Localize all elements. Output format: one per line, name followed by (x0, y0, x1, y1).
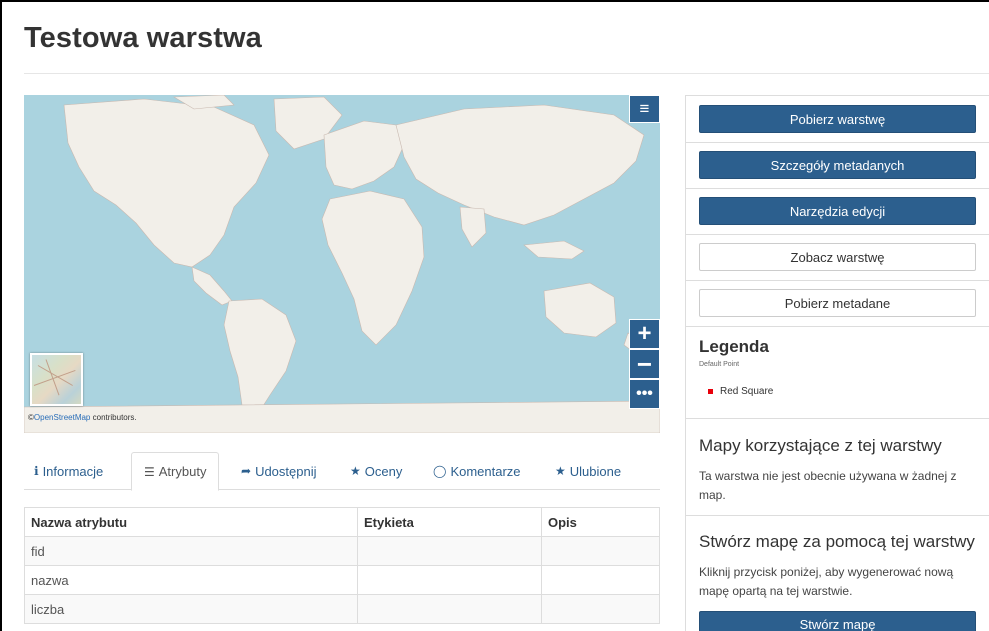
map-viewer[interactable]: hamburger-icon≡ + − ••• ©OpenStreetMap c… (24, 95, 660, 433)
layer-tabs: ℹ Informacje ☰ Atrybuty ➦ Udostępnij ★ O… (24, 452, 660, 491)
create-map-text: Kliknij przycisk poniżej, aby wygenerowa… (699, 565, 954, 598)
map-attribution: ©OpenStreetMap contributors. (28, 413, 137, 422)
osm-link[interactable]: OpenStreetMap (34, 413, 90, 422)
map-menu-button[interactable]: hamburger-icon≡ (629, 95, 660, 123)
table-cell (357, 565, 542, 595)
legend-subtitle: Default Point (699, 361, 740, 368)
tab-informacje[interactable]: ℹ Informacje (34, 452, 103, 490)
legend-item: Red Square (708, 386, 773, 397)
table-cell: nazwa (24, 565, 358, 595)
download-metadata-button[interactable]: Pobierz metadane (699, 289, 976, 317)
table-cell (357, 536, 542, 566)
table-row: nazwa (24, 565, 660, 595)
zoom-out-button[interactable]: − (629, 349, 660, 379)
attribution-suffix: contributors. (90, 413, 137, 422)
column-header: Etykieta (357, 507, 542, 537)
maps-using-title: Mapy korzystające z tej warstwy (699, 436, 942, 455)
star-icon: ★ (555, 464, 566, 478)
attributes-table: Nazwa atrybutu Etykieta Opis fid nazwa l… (24, 507, 660, 624)
table-row: liczba (24, 594, 660, 624)
zoom-in-button[interactable]: + (629, 319, 660, 349)
menu-glyph: ≡ (639, 99, 650, 118)
tab-label: Informacje (42, 463, 104, 479)
column-header: Nazwa atrybutu (24, 507, 358, 537)
list-icon: ☰ (144, 464, 155, 479)
tab-udostepnij[interactable]: ➦ Udostępnij (241, 452, 317, 490)
table-row: fid (24, 536, 660, 566)
editing-tools-button[interactable]: Narzędzia edycji (699, 197, 976, 225)
legend-item-label: Red Square (720, 386, 774, 397)
title-divider (24, 73, 989, 74)
table-cell: liczba (24, 594, 358, 624)
table-cell (541, 565, 660, 595)
basemap-switcher[interactable] (30, 353, 83, 406)
column-header: Opis (541, 507, 660, 537)
more-options-button[interactable]: ••• (629, 379, 660, 409)
table-cell (541, 536, 660, 566)
table-cell: fid (24, 536, 358, 566)
tab-label: Udostępnij (255, 463, 317, 479)
table-cell (541, 594, 660, 624)
create-map-title: Stwórz mapę za pomocą tej warstwy (699, 532, 975, 551)
tab-label: Komentarze (450, 463, 521, 479)
info-circle-icon: ℹ (34, 464, 39, 478)
page-title: Testowa warstwa (24, 22, 262, 54)
table-cell (357, 594, 542, 624)
tab-ulubione[interactable]: ★ Ulubione (555, 452, 621, 490)
legend-title: Legenda (699, 337, 769, 356)
tab-label: Ulubione (569, 463, 622, 479)
view-layer-button[interactable]: Zobacz warstwę (699, 243, 976, 271)
maps-using-text: Ta warstwa nie jest obecnie używana w ża… (699, 469, 957, 502)
layer-sidebar: Pobierz warstwę Szczegóły metadanych Nar… (685, 95, 989, 631)
tab-komentarze[interactable]: ◯ Komentarze (433, 452, 521, 490)
download-layer-button[interactable]: Pobierz warstwę (699, 105, 976, 133)
tab-label: Oceny (364, 463, 403, 479)
share-icon: ➦ (241, 464, 252, 478)
table-header-row: Nazwa atrybutu Etykieta Opis (24, 507, 660, 537)
red-square-icon (708, 389, 713, 394)
comment-icon: ◯ (433, 464, 447, 478)
tab-atrybuty[interactable]: ☰ Atrybuty (131, 452, 220, 491)
star-icon: ★ (350, 464, 361, 478)
create-map-button[interactable]: Stwórz mapę (699, 611, 976, 631)
tab-label: Atrybuty (158, 464, 207, 479)
tab-oceny[interactable]: ★ Oceny (350, 452, 402, 490)
metadata-details-button[interactable]: Szczegóły metadanych (699, 151, 976, 179)
world-basemap (24, 95, 660, 433)
